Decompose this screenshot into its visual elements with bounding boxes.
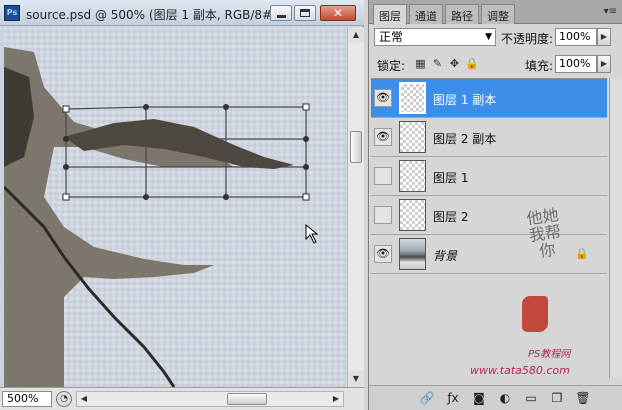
close-icon: ✕: [332, 6, 344, 20]
document-window: Ps source.psd @ 500% (图层 1 副本, RGB/8#) *…: [0, 0, 364, 410]
zoom-level-field[interactable]: 500%: [2, 391, 52, 407]
panel-tabs: 图层 通道 路径 调整 ▾≡: [369, 0, 622, 25]
canvas-artwork: [4, 27, 347, 387]
layer-thumbnail: [399, 82, 426, 114]
document-statusbar: 500% ◔ ◀ ▶: [0, 387, 364, 410]
layers-scrollbar[interactable]: [609, 78, 622, 378]
opacity-input[interactable]: 100%: [555, 28, 597, 46]
dropdown-arrow-icon: ▼: [485, 32, 492, 42]
maximize-button[interactable]: [294, 5, 316, 21]
horizontal-scroll-thumb[interactable]: [227, 393, 267, 405]
fill-input[interactable]: 100%: [555, 55, 597, 73]
visibility-eye-icon[interactable]: 👁: [374, 89, 392, 107]
group-folder-icon[interactable]: ▭: [523, 390, 539, 406]
scroll-up-arrow-icon[interactable]: ▲: [348, 27, 364, 43]
document-titlebar[interactable]: Ps source.psd @ 500% (图层 1 副本, RGB/8#) *…: [0, 0, 364, 26]
trash-icon[interactable]: 🗑: [575, 390, 591, 406]
close-button[interactable]: ✕: [320, 5, 356, 21]
lock-pixels-icon[interactable]: ✎: [431, 57, 444, 70]
layer-thumbnail: [399, 121, 426, 153]
photoshop-app-icon: Ps: [4, 5, 20, 21]
lock-all-icon[interactable]: 🔒: [465, 57, 479, 70]
layer-row-layer-1-copy[interactable]: 👁 图层 1 副本: [371, 79, 607, 118]
visibility-eye-icon[interactable]: 👁: [374, 245, 392, 263]
fill-stepper-icon[interactable]: ▶: [597, 55, 611, 73]
opacity-label: 不透明度:: [501, 32, 554, 46]
layers-bottom-toolbar: 🔗 ƒx ◙ ◐ ▭ ❐ 🗑: [369, 385, 622, 410]
minimize-button[interactable]: [270, 5, 292, 21]
adjustment-icon[interactable]: ◐: [497, 390, 513, 406]
scroll-right-arrow-icon[interactable]: ▶: [329, 392, 343, 406]
link-icon[interactable]: 🔗: [419, 390, 435, 406]
watermark-site-name: PS教程网: [528, 349, 571, 360]
layers-panel: 图层 通道 路径 调整 ▾≡ 正常 ▼ 不透明度: 100% ▶ 锁定: ▦ ✎…: [368, 0, 622, 410]
canvas-horizontal-scrollbar[interactable]: ◀ ▶: [76, 391, 344, 407]
photoshop-screen: Ps source.psd @ 500% (图层 1 副本, RGB/8#) *…: [0, 0, 622, 410]
layer-name: 图层 2: [433, 210, 469, 224]
visibility-toggle-empty[interactable]: [374, 167, 392, 185]
lock-label: 锁定:: [377, 59, 406, 73]
fill-label: 填充:: [525, 59, 554, 73]
vertical-scroll-thumb[interactable]: [350, 131, 362, 163]
tab-layers[interactable]: 图层: [373, 4, 407, 25]
opacity-stepper-icon[interactable]: ▶: [597, 28, 611, 46]
layer-row-layer-2[interactable]: 图层 2: [371, 196, 607, 235]
image-canvas[interactable]: [4, 27, 347, 387]
new-layer-icon[interactable]: ❐: [549, 390, 565, 406]
layer-thumbnail: [399, 160, 426, 192]
layer-name: 图层 2 副本: [433, 132, 497, 146]
maximize-icon: [300, 9, 310, 17]
calligraphy-watermark: 他她我帮你: [525, 205, 563, 261]
blend-mode-select[interactable]: 正常 ▼: [374, 28, 496, 46]
red-seal-stamp: [522, 296, 548, 332]
visibility-toggle-empty[interactable]: [374, 206, 392, 224]
tab-paths[interactable]: 路径: [445, 4, 479, 24]
watermark-site-url: www.tata580.com: [470, 364, 570, 377]
scroll-left-arrow-icon[interactable]: ◀: [77, 392, 91, 406]
layer-row-layer-2-copy[interactable]: 👁 图层 2 副本: [371, 118, 607, 157]
layer-lock-icon: 🔒: [575, 247, 589, 260]
layer-name: 图层 1 副本: [433, 93, 497, 107]
minimize-icon: [276, 14, 286, 18]
document-title: source.psd @ 500% (图层 1 副本, RGB/8#) *: [26, 8, 287, 22]
blend-mode-value: 正常: [379, 30, 404, 44]
layer-thumbnail: [399, 199, 426, 231]
blend-opacity-row: 正常 ▼ 不透明度: 100% ▶: [369, 25, 622, 49]
layer-name: 背景: [433, 249, 458, 263]
layer-row-layer-1[interactable]: 图层 1: [371, 157, 607, 196]
tab-channels[interactable]: 通道: [409, 4, 443, 24]
layer-thumbnail-photo: [399, 238, 426, 270]
lock-fill-row: 锁定: ▦ ✎ ✥ 🔒 填充: 100% ▶: [369, 53, 622, 75]
canvas-vertical-scrollbar[interactable]: ▲ ▼: [347, 27, 364, 387]
scroll-down-arrow-icon[interactable]: ▼: [348, 371, 364, 387]
lock-position-icon[interactable]: ✥: [448, 57, 461, 70]
layer-name: 图层 1: [433, 171, 469, 185]
panel-menu-icon[interactable]: ▾≡: [604, 6, 617, 17]
fx-icon[interactable]: ƒx: [445, 390, 461, 406]
layers-list: 👁 图层 1 副本 👁 图层 2 副本 图层 1 图层 2 👁 背景 🔒: [371, 78, 607, 378]
lock-transparency-icon[interactable]: ▦: [414, 57, 427, 70]
mask-icon[interactable]: ◙: [471, 390, 487, 406]
status-info-icon[interactable]: ◔: [56, 391, 72, 407]
layer-row-background[interactable]: 👁 背景 🔒: [371, 235, 607, 274]
visibility-eye-icon[interactable]: 👁: [374, 128, 392, 146]
tab-adjustments[interactable]: 调整: [481, 4, 515, 24]
